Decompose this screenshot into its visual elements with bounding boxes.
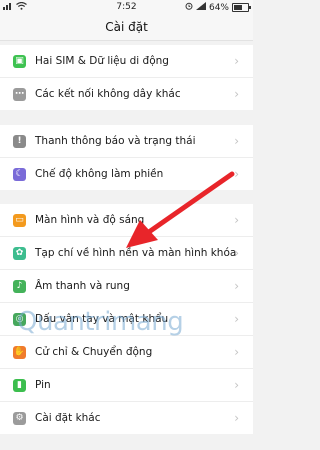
page-title: Cài đặt (0, 14, 253, 41)
settings-group: ▣ Hai SIM & Dữ liệu di động › ⋯ Các kết nối … (0, 45, 253, 110)
chevron-right-icon: › (234, 54, 239, 68)
settings-item-label: Pin (35, 379, 51, 391)
settings-item-label: Âm thanh và rung (35, 280, 130, 292)
other-settings-icon: ⚙ (13, 411, 26, 425)
sim-card-icon: ▣ (13, 54, 26, 68)
wallpaper-icon: ✿ (13, 246, 26, 260)
settings-item[interactable]: ▣ Hai SIM & Dữ liệu di động › (0, 45, 253, 78)
settings-item[interactable]: ⚙ Cài đặt khác › (0, 402, 253, 434)
settings-item[interactable]: ♪ Âm thanh và rung › (0, 270, 253, 303)
settings-item-label: Thanh thông báo và trạng thái (35, 135, 196, 147)
display-icon: ▭ (13, 213, 26, 227)
settings-item-label: Cài đặt khác (35, 412, 101, 424)
chevron-right-icon: › (234, 279, 239, 293)
red-arrow-annotation (126, 171, 235, 248)
sound-icon: ♪ (13, 279, 26, 293)
settings-item[interactable]: ⋯ Các kết nối không dây khác › (0, 78, 253, 110)
signal-icon (195, 2, 206, 13)
settings-item-label: Các kết nối không dây khác (35, 88, 181, 100)
chevron-right-icon: › (234, 411, 239, 425)
status-bar: 7:52 64% (0, 0, 253, 14)
status-right: 64% (185, 2, 251, 13)
watermark-text: Quantrimang (17, 307, 184, 337)
chevron-right-icon: › (234, 312, 239, 326)
battery-icon (232, 3, 251, 12)
watermark: Quantrimang (17, 307, 217, 341)
settings-item-label: Hai SIM & Dữ liệu di động (35, 55, 169, 67)
chevron-right-icon: › (234, 134, 239, 148)
battery-icon: ▮ (13, 378, 26, 392)
notification-icon: ! (13, 134, 26, 148)
settings-screen: 7:52 64% Cài đặt ▣ Hai SIM & Dữ liệu di đ… (0, 0, 253, 450)
chevron-right-icon: › (234, 87, 239, 101)
chevron-right-icon: › (234, 345, 239, 359)
settings-item[interactable]: ! Thanh thông báo và trạng thái › (0, 125, 253, 158)
more-icon: ⋯ (13, 87, 26, 101)
gesture-icon: ✋ (13, 345, 26, 359)
battery-percent: 64% (208, 2, 229, 13)
settings-item[interactable]: ▮ Pin › (0, 369, 253, 402)
chevron-right-icon: › (234, 378, 239, 392)
moon-icon: ☾ (13, 167, 26, 181)
alarm-icon (185, 2, 193, 13)
settings-item-label: Cử chỉ & Chuyển động (35, 346, 153, 358)
